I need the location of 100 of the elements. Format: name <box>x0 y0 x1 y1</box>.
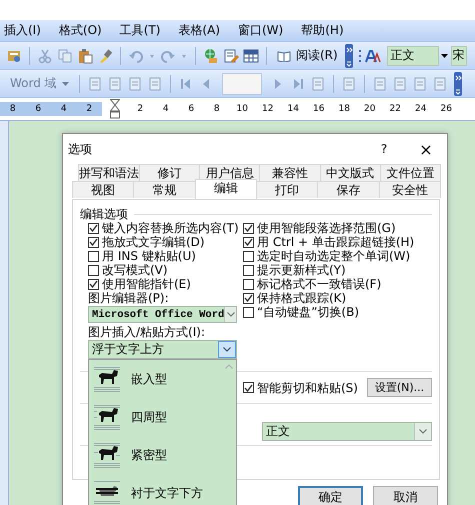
checkbox[interactable] <box>243 306 254 318</box>
document-icon[interactable] <box>412 76 428 92</box>
dialog-button[interactable]: 确定 <box>298 486 363 505</box>
menu-item[interactable]: 窗口(W) <box>236 21 286 40</box>
dialog-button[interactable]: 取消 <box>373 486 438 505</box>
dropdown-option[interactable]: 衬于文字下方 <box>89 474 217 505</box>
dog-icon <box>93 441 121 469</box>
tab[interactable]: 编辑 <box>194 179 257 199</box>
tab[interactable]: 兼容性 <box>259 164 321 181</box>
tab[interactable]: 中文版式 <box>320 164 381 181</box>
document-icon[interactable] <box>432 76 448 92</box>
checkbox[interactable] <box>243 264 254 276</box>
checkbox[interactable] <box>243 250 254 262</box>
picture-behind-text-icon <box>93 479 121 505</box>
tab[interactable]: 视图 <box>72 181 134 198</box>
check-icon <box>244 294 253 302</box>
dropdown-button[interactable] <box>218 341 236 358</box>
option-label: 提示更新样式(Y) <box>257 263 346 277</box>
checkbox[interactable] <box>88 236 99 248</box>
option-label: 改写模式(V) <box>102 263 168 277</box>
menu-item[interactable]: 工具(T) <box>118 21 162 40</box>
styles-icon[interactable] <box>364 48 381 64</box>
document-icon[interactable] <box>392 76 408 92</box>
document-icon[interactable] <box>146 76 163 92</box>
dialog-title: 选项 <box>68 140 93 158</box>
ruler-number: 24 <box>414 103 428 116</box>
style-box[interactable]: 正文 <box>386 46 439 66</box>
document-icon[interactable] <box>340 76 357 92</box>
document-icon[interactable] <box>126 76 143 92</box>
tab[interactable]: 常规 <box>133 181 196 198</box>
checkbox[interactable] <box>243 382 254 393</box>
dropdown-option[interactable]: 紧密型 <box>89 436 217 474</box>
menu-item[interactable]: 格式(O) <box>56 21 104 40</box>
help-button[interactable]: ? <box>377 142 391 156</box>
ruler-number: 4 <box>51 102 76 116</box>
font-box[interactable]: 宋 <box>450 46 467 66</box>
checkbox[interactable] <box>243 236 254 248</box>
record-field[interactable] <box>222 72 262 94</box>
toolbar-options-icon[interactable] <box>344 44 353 68</box>
ruler-number: 2 <box>136 103 144 116</box>
ruler-number: 12 <box>261 103 274 116</box>
ruler-number: 6 <box>187 103 196 116</box>
tab[interactable]: 打印 <box>256 181 318 198</box>
document-icon[interactable] <box>106 76 123 92</box>
ruler-number: 8 <box>212 103 221 116</box>
document-icon[interactable] <box>372 76 388 92</box>
read-button[interactable]: 阅读(R) <box>272 45 341 66</box>
checkbox[interactable] <box>88 278 99 290</box>
close-button[interactable]: × <box>411 140 441 158</box>
open-book-icon <box>277 50 291 62</box>
menu-item[interactable]: 插入(I) <box>2 21 43 40</box>
grip-icon <box>358 48 361 64</box>
chevron-down-icon <box>226 312 235 317</box>
option-label: 键入内容替换所选内容(T) <box>102 221 239 235</box>
dropdown-option[interactable]: 四周型 <box>89 398 217 436</box>
chevron-down-icon <box>419 429 427 434</box>
ruler-number: 22 <box>388 103 402 116</box>
cut-icon[interactable] <box>37 48 53 64</box>
tab[interactable]: 文件位置 <box>380 164 442 181</box>
style-dropdown[interactable]: 正文 <box>262 422 432 441</box>
toolbar-options-icon[interactable] <box>454 72 462 96</box>
paste-icon[interactable] <box>77 48 93 64</box>
dropdown-option[interactable]: 嵌入型 <box>89 360 217 398</box>
option-label: 智能剪切和粘贴(S) <box>257 380 358 394</box>
option-label: 保持格式跟踪(K) <box>257 291 346 305</box>
insert-style-dropdown[interactable]: 浮于文字上方 <box>88 340 237 359</box>
ruler-number: 26 <box>440 103 453 116</box>
option-label: 标记格式不一致错误(F) <box>257 277 382 291</box>
caret-icon <box>441 54 448 58</box>
tab[interactable]: 保存 <box>317 181 380 198</box>
checkbox[interactable] <box>243 222 254 234</box>
picture-editor-dropdown[interactable]: Microsoft Office Word <box>88 306 237 323</box>
table-icon[interactable] <box>243 48 259 64</box>
field-label: 图片编辑器(P): <box>88 291 170 305</box>
field-label: 图片插入/粘贴方式(I): <box>88 325 206 339</box>
tab[interactable]: 修订 <box>139 164 200 181</box>
checkbox[interactable] <box>88 264 99 276</box>
ruler-number: 2 <box>76 102 102 116</box>
ruler-number: 14 <box>286 103 300 116</box>
document-icon[interactable] <box>310 76 326 92</box>
tab[interactable]: 安全性 <box>378 181 441 198</box>
caret-icon <box>62 82 69 86</box>
document-edit-icon[interactable] <box>223 48 239 64</box>
tab[interactable]: 拼写和语法 <box>78 164 140 181</box>
option-label: 选定时自动选定整个单词(W) <box>257 249 410 263</box>
checkbox[interactable] <box>243 292 254 304</box>
document-icon[interactable] <box>86 76 103 92</box>
checkbox[interactable] <box>88 222 99 234</box>
check-icon <box>244 384 253 392</box>
option-label: 用 INS 键粘贴(U) <box>102 249 196 263</box>
menu-item[interactable]: 表格(A) <box>176 21 222 40</box>
globe-icon[interactable] <box>203 48 219 64</box>
option-label: 用 Ctrl + 单击跟踪超链接(H) <box>257 235 414 249</box>
chevron-down-icon <box>223 347 231 352</box>
menu-item[interactable]: 帮助(H) <box>299 21 346 40</box>
settings-button[interactable]: 设置(N)... <box>366 378 432 397</box>
copy-icon[interactable] <box>57 48 73 64</box>
dog-icon <box>93 365 121 393</box>
checkbox[interactable] <box>88 250 99 262</box>
checkbox[interactable] <box>243 278 254 290</box>
